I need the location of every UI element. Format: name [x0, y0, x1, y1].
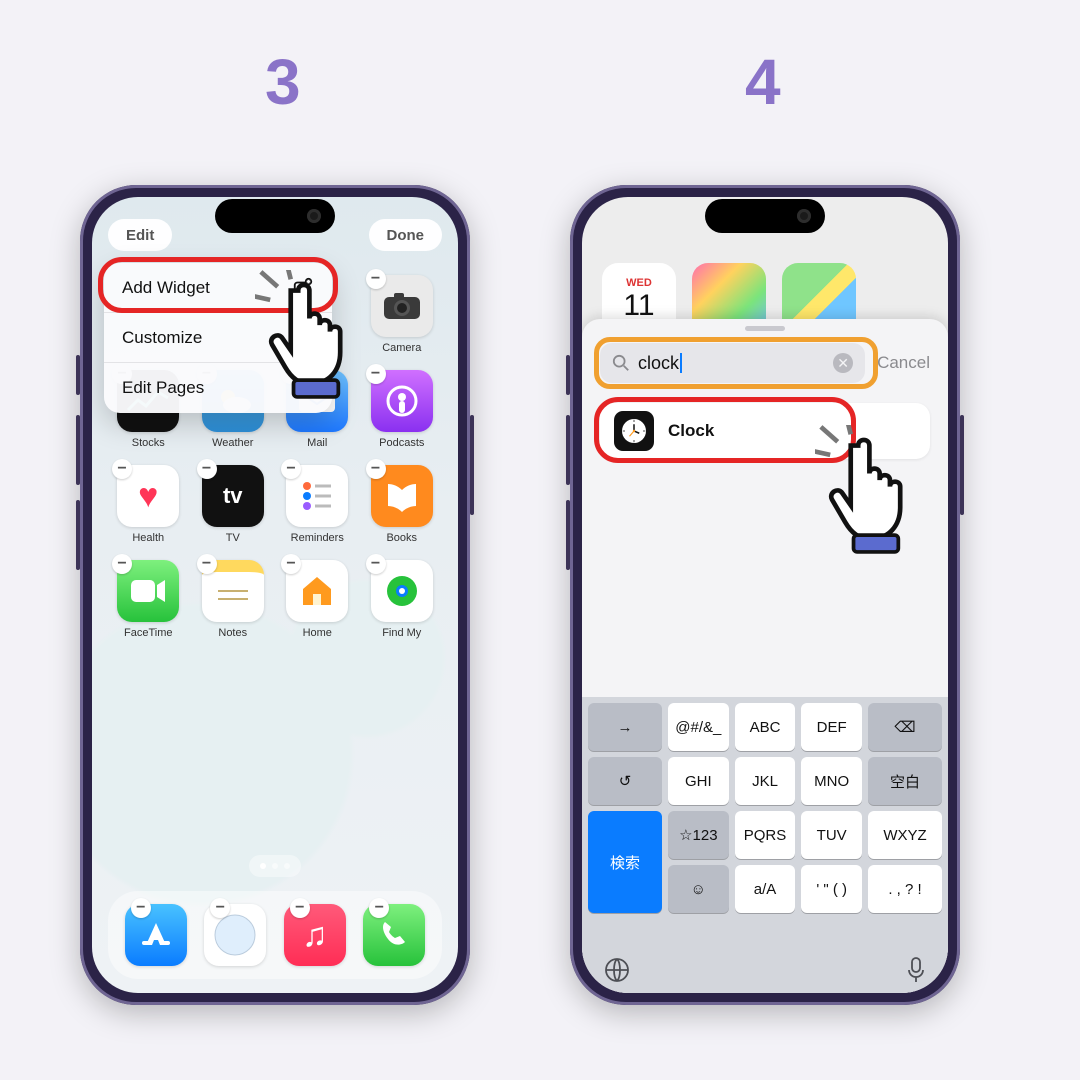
facetime-icon [128, 577, 168, 605]
heart-icon: ♥ [138, 477, 158, 516]
key[interactable]: WXYZ [868, 811, 942, 859]
app-notes[interactable]: − Notes [191, 560, 276, 639]
app-facetime[interactable]: − FaceTime [106, 560, 191, 639]
key[interactable]: GHI [668, 757, 729, 805]
key[interactable]: DEF [801, 703, 862, 751]
step-number-4: 4 [745, 45, 781, 119]
calendar-dow: WED [626, 277, 652, 289]
dock-music[interactable]: − ♫ [284, 904, 346, 966]
app-health[interactable]: − ♥ Health [106, 465, 191, 544]
key-space[interactable]: 空白 [868, 757, 942, 805]
app-label: Camera [382, 342, 421, 354]
menu-label: Edit Pages [122, 378, 204, 398]
app-reminders[interactable]: − Reminders [275, 465, 360, 544]
app-label: Health [132, 532, 164, 544]
remove-badge[interactable]: − [290, 898, 310, 918]
key[interactable]: MNO [801, 757, 862, 805]
notes-icon [216, 585, 250, 609]
key-tab[interactable]: → [588, 703, 662, 751]
highlight-search [594, 337, 878, 389]
key-backspace[interactable]: ⌫ [868, 703, 942, 751]
done-button[interactable]: Done [369, 219, 443, 251]
remove-badge[interactable]: − [112, 459, 132, 479]
sheet-grabber[interactable] [745, 326, 785, 331]
edit-button[interactable]: Edit [108, 219, 172, 251]
key-search[interactable]: 検索 [588, 811, 662, 913]
findmy-icon [381, 570, 423, 612]
key[interactable]: a/A [735, 865, 796, 913]
keyboard: → @#/&_ ABC DEF ⌫ ↺ GHI JKL MNO 空白 ☆123 … [582, 697, 948, 993]
app-label: Notes [218, 627, 247, 639]
app-label: Books [386, 532, 417, 544]
key[interactable]: TUV [801, 811, 862, 859]
app-label: Mail [307, 437, 327, 449]
menu-label: Customize [122, 328, 202, 348]
remove-badge[interactable]: − [131, 898, 151, 918]
dock-safari[interactable]: − [204, 904, 266, 966]
dynamic-island [215, 199, 335, 233]
key[interactable]: ABC [735, 703, 796, 751]
remove-badge[interactable]: − [366, 554, 386, 574]
app-label: Stocks [132, 437, 165, 449]
music-icon: ♫ [302, 916, 328, 955]
app-label: Weather [212, 437, 253, 449]
phone-step-4: WED 11 clock ✕ Cancel [570, 185, 960, 1005]
app-findmy[interactable]: − Find My [360, 560, 445, 639]
remove-badge[interactable]: − [366, 459, 386, 479]
app-home[interactable]: − Home [275, 560, 360, 639]
key-123[interactable]: ☆123 [668, 811, 729, 859]
remove-badge[interactable]: − [197, 554, 217, 574]
tap-hand-icon [815, 425, 935, 565]
cancel-button[interactable]: Cancel [877, 353, 930, 373]
app-label: Podcasts [379, 437, 424, 449]
tap-hand-icon [255, 270, 375, 410]
step-number-3: 3 [265, 45, 301, 119]
home-icon [298, 572, 336, 610]
dock-phone[interactable]: − [363, 904, 425, 966]
dynamic-island [705, 199, 825, 233]
page-indicator[interactable] [249, 855, 301, 877]
app-label: Reminders [291, 532, 344, 544]
app-label: Find My [382, 627, 421, 639]
app-label: FaceTime [124, 627, 173, 639]
mic-icon[interactable] [906, 956, 926, 984]
widget-search-screen: WED 11 clock ✕ Cancel [582, 197, 948, 993]
phone-icon [376, 917, 412, 953]
key-emoji[interactable]: ☺ [668, 865, 729, 913]
key[interactable]: ' " ( ) [801, 865, 862, 913]
remove-badge[interactable]: − [112, 554, 132, 574]
remove-badge[interactable]: − [197, 459, 217, 479]
app-books[interactable]: − Books [360, 465, 445, 544]
key[interactable]: . , ? ! [868, 865, 942, 913]
app-tv[interactable]: − tv TV [191, 465, 276, 544]
camera-icon [382, 291, 422, 321]
safari-icon [211, 911, 259, 959]
app-label: Home [303, 627, 332, 639]
widget-picker-sheet: clock ✕ Cancel Clock [582, 319, 948, 993]
appstore-icon [136, 915, 176, 955]
remove-badge[interactable]: − [281, 459, 301, 479]
key[interactable]: JKL [735, 757, 796, 805]
key[interactable]: @#/&_ [668, 703, 729, 751]
app-label: TV [226, 532, 240, 544]
calendar-day: 11 [623, 289, 654, 323]
books-icon [384, 478, 420, 514]
remove-badge[interactable]: − [281, 554, 301, 574]
dock-appstore[interactable]: − [125, 904, 187, 966]
key-undo[interactable]: ↺ [588, 757, 662, 805]
podcasts-icon [382, 381, 422, 421]
globe-icon[interactable] [604, 957, 630, 983]
key[interactable]: PQRS [735, 811, 796, 859]
dock: − − − ♫ − [108, 891, 442, 979]
reminders-icon [299, 478, 335, 514]
